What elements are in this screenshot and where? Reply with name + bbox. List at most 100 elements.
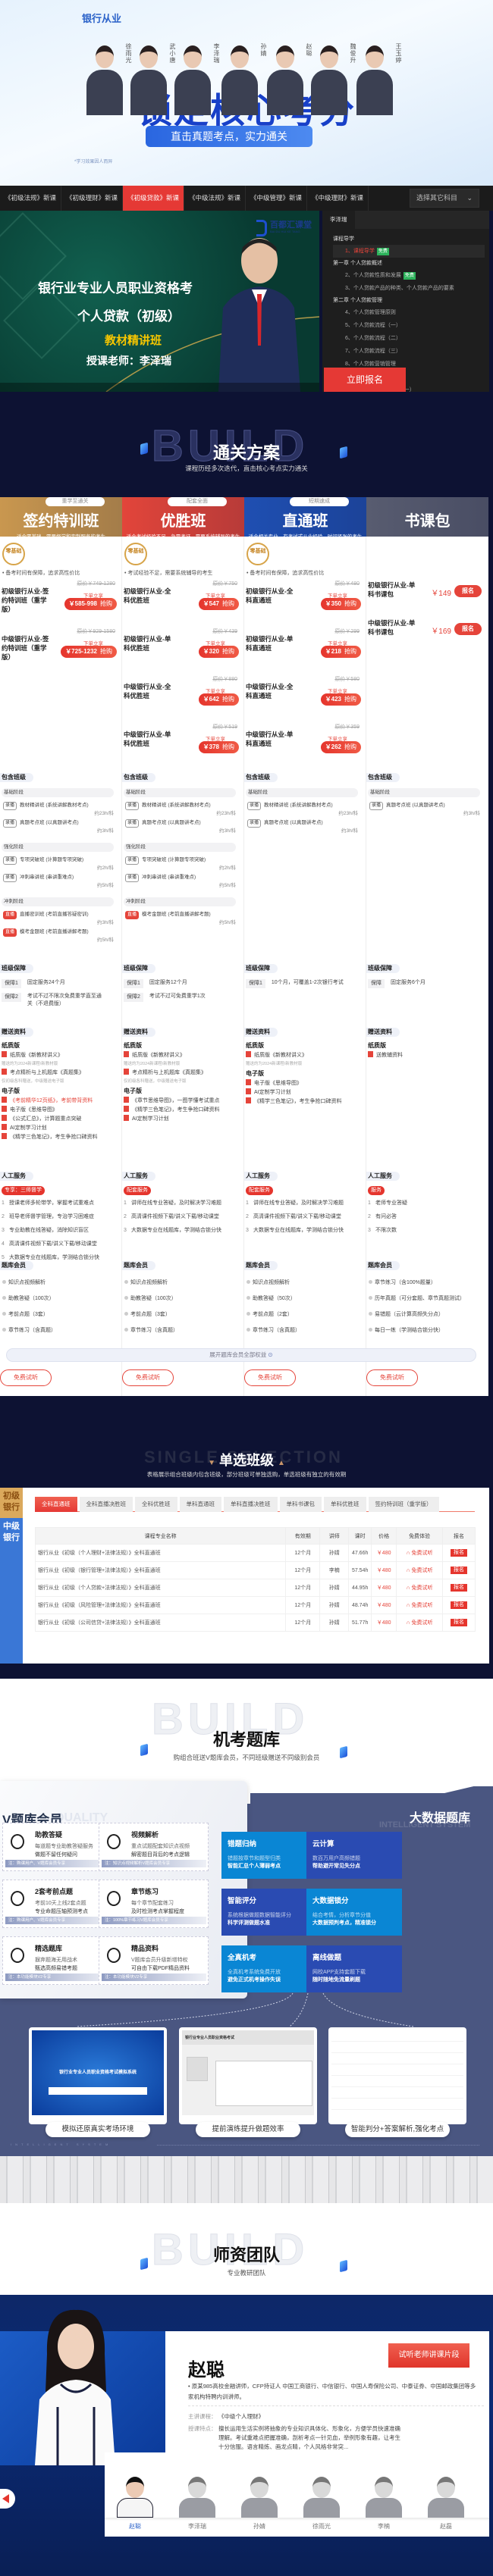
video-player[interactable]: 百都汇课堂 BAI DU HUI KE TANG 银行业专业人员职业资格考 个人… bbox=[0, 211, 319, 392]
bullet-icon bbox=[124, 1312, 128, 1316]
class-name: 教材精讲班 (系统讲解教材考点) bbox=[20, 803, 89, 808]
free-trial-cell[interactable]: ∩ 免费试听 bbox=[396, 1561, 443, 1579]
signup-button[interactable]: 报名 bbox=[451, 1584, 467, 1592]
teacher-thumb-name[interactable]: 徐雨光 bbox=[291, 2522, 352, 2531]
buy-button[interactable]: ￥585-998 抢购 bbox=[64, 598, 117, 610]
plan-header[interactable]: 书课包 bbox=[366, 497, 488, 537]
recorded-tag: 录播 bbox=[247, 802, 262, 810]
buy-button[interactable]: ￥725-1232 抢购 bbox=[61, 646, 117, 658]
lesson-item[interactable]: 3、个人贷款产品的种类、个人贷款产品的要素 bbox=[333, 282, 485, 295]
signup-button[interactable]: 报名 bbox=[451, 1567, 467, 1574]
plan-column: 初级银行从业-单科书课包 ￥149 报名 中级银行从业-单科书课包 ￥169 报名 包含班级… bbox=[366, 537, 488, 1396]
product-name: 中级银行从业-签约特训班（重学版） bbox=[2, 635, 49, 661]
class-type-tab[interactable]: 全科直播决胜班 bbox=[79, 1497, 133, 1512]
free-trial-button[interactable]: 免费试听 bbox=[122, 1369, 174, 1386]
lesson-item[interactable]: 6、个人贷款流程（二） bbox=[333, 332, 485, 345]
free-trial-link[interactable]: 免费试听 bbox=[412, 1551, 433, 1556]
course-tab[interactable]: 《中级法规》新课 bbox=[184, 186, 246, 211]
level-tab-junior[interactable]: 初级银行 bbox=[0, 1488, 23, 1518]
class-type-tab[interactable]: 签约特训班（重学版） bbox=[368, 1497, 439, 1512]
teacher-thumbnail[interactable] bbox=[237, 2472, 282, 2518]
lesson-item[interactable]: 2、个人贷款性质和发展 免费 bbox=[333, 269, 485, 282]
course-tab[interactable]: 《初级法规》新课 bbox=[0, 186, 61, 211]
teacher-trial-button[interactable]: 试听老师讲课片段 bbox=[388, 2343, 469, 2368]
free-trial-cell[interactable]: ∩ 免费试听 bbox=[396, 1579, 443, 1597]
block-title: 人工服务 bbox=[244, 1172, 278, 1181]
buy-button[interactable]: ￥423 抢购 bbox=[320, 693, 361, 706]
teacher-thumb-name[interactable]: 赵磊 bbox=[416, 2522, 476, 2531]
signup-button[interactable]: 报名 bbox=[454, 585, 482, 597]
course-tab[interactable]: 《中级理财》新课 bbox=[307, 186, 369, 211]
signup-button[interactable]: 立即报名 bbox=[324, 368, 406, 392]
signup-cell[interactable]: 报名 bbox=[442, 1544, 476, 1562]
plan-header[interactable]: 短期速成直通班适合相关专业，有考试或从业经验，时间紧张的考生 bbox=[244, 497, 366, 537]
feature-icon bbox=[107, 1891, 121, 1906]
headphones-icon: ∩ bbox=[406, 1620, 410, 1626]
plan-header[interactable]: 重学至通关签约特训班适合零基础，需要督学和定制服务的考生 bbox=[0, 497, 122, 537]
bullet-icon bbox=[246, 1280, 250, 1284]
lesson-item[interactable]: 5、个人贷款流程（一） bbox=[333, 319, 485, 332]
free-trial-link[interactable]: 免费试听 bbox=[412, 1603, 433, 1608]
free-trial-cell[interactable]: ∩ 免费试听 bbox=[396, 1614, 443, 1632]
teacher-thumbnail[interactable] bbox=[423, 2472, 469, 2518]
signup-button[interactable]: 报名 bbox=[451, 1601, 467, 1609]
class-type-tab[interactable]: 单科直播决胜班 bbox=[224, 1497, 278, 1512]
class-type-tab[interactable]: 单科优胜班 bbox=[324, 1497, 366, 1512]
class-name: 真题考点班 (以真题讲考点) bbox=[20, 820, 79, 825]
buy-button[interactable]: ￥378 抢购 bbox=[198, 741, 239, 753]
teacher-thumb-name[interactable]: 李泽瑞 bbox=[167, 2522, 228, 2531]
free-trial-link[interactable]: 免费试听 bbox=[412, 1568, 433, 1573]
lesson-item[interactable]: 1、课程导学 免费 bbox=[333, 245, 485, 258]
free-trial-cell[interactable]: ∩ 免费试听 bbox=[396, 1544, 443, 1562]
lesson-item[interactable]: 4、个人贷款管理原则 bbox=[333, 306, 485, 319]
course-tab[interactable]: 《初级理财》新课 bbox=[61, 186, 123, 211]
signup-cell[interactable]: 报名 bbox=[442, 1614, 476, 1632]
course-tab[interactable]: 《初级贷款》新课 bbox=[123, 186, 184, 211]
free-trial-cell[interactable]: ∩ 免费试听 bbox=[396, 1596, 443, 1614]
bank-benefit: 历年真题（可分套题、章节真题测试） bbox=[369, 1291, 485, 1307]
free-trial-button[interactable]: 免费试听 bbox=[244, 1369, 296, 1386]
teacher-thumbnail[interactable] bbox=[112, 2472, 158, 2518]
free-trial-link[interactable]: 免费试听 bbox=[412, 1585, 433, 1591]
class-type-tab[interactable]: 单科书课包 bbox=[279, 1497, 322, 1512]
signup-button[interactable]: 报名 bbox=[451, 1619, 467, 1626]
buy-button[interactable]: ￥218 抢购 bbox=[320, 646, 361, 658]
gift-text: AI定制学习计划 bbox=[254, 1090, 291, 1095]
class-duration: 约5h/科 bbox=[218, 883, 236, 888]
hero-subline: 直击真题考点，实力通关 bbox=[146, 126, 312, 147]
buy-button[interactable]: ￥350 抢购 bbox=[320, 598, 361, 610]
signup-button[interactable]: 报名 bbox=[454, 623, 482, 635]
lesson-item[interactable]: 7、个人贷款流程（三） bbox=[333, 345, 485, 358]
original-price: 原价￥580 bbox=[334, 677, 360, 682]
class-type-tab[interactable]: 全科优胜班 bbox=[135, 1497, 177, 1512]
original-price: 原价￥299 bbox=[334, 629, 360, 634]
buy-button[interactable]: ￥320 抢购 bbox=[198, 646, 239, 658]
teacher-thumb-name[interactable]: 孙婧 bbox=[229, 2522, 290, 2531]
course-tab[interactable]: 《中级管理》新课 bbox=[246, 186, 307, 211]
buy-button[interactable]: ￥262 抢购 bbox=[320, 741, 361, 753]
teacher-thumb-name[interactable]: 李楠 bbox=[353, 2522, 414, 2531]
bank-benefit-text: 知识点视频解析 bbox=[8, 1280, 46, 1285]
level-tab-intermediate[interactable]: 中级银行 bbox=[0, 1518, 23, 1664]
signup-button[interactable]: 报名 bbox=[451, 1549, 467, 1557]
free-trial-button[interactable]: 免费试听 bbox=[0, 1369, 52, 1386]
single-title: ▼ 单选班级 ▲ bbox=[0, 1450, 493, 1470]
expand-bank-benefits-button[interactable]: 展开题库会员全部权益 ⊙ bbox=[6, 1348, 476, 1362]
free-trial-link[interactable]: 免费试听 bbox=[412, 1620, 433, 1626]
teacher-thumbnail[interactable] bbox=[174, 2472, 220, 2518]
buy-button[interactable]: ￥642 抢购 bbox=[198, 693, 239, 706]
subject-select[interactable]: 选择其它科目 ⌄ bbox=[410, 189, 479, 208]
free-trial-button[interactable]: 免费试听 bbox=[366, 1369, 418, 1386]
class-type-tab[interactable]: 全科直通班 bbox=[35, 1497, 77, 1512]
class-type-tab[interactable]: 单科直通班 bbox=[179, 1497, 221, 1512]
buy-button[interactable]: ￥547 抢购 bbox=[198, 598, 239, 610]
teacher-thumb-name[interactable]: 赵聪 bbox=[105, 2522, 165, 2531]
signup-cell[interactable]: 报名 bbox=[442, 1596, 476, 1614]
teacher-thumbnail[interactable] bbox=[299, 2472, 344, 2518]
plan-header[interactable]: 配套全面优胜班适合考试经验不足，急需考证，需要系统辅导的考生 bbox=[122, 497, 244, 537]
teacher-tab[interactable]: 李泽瑞 bbox=[322, 211, 355, 229]
video-controls[interactable] bbox=[0, 383, 319, 392]
signup-cell[interactable]: 报名 bbox=[442, 1579, 476, 1597]
signup-cell[interactable]: 报名 bbox=[442, 1561, 476, 1579]
teacher-thumbnail[interactable] bbox=[361, 2472, 407, 2518]
